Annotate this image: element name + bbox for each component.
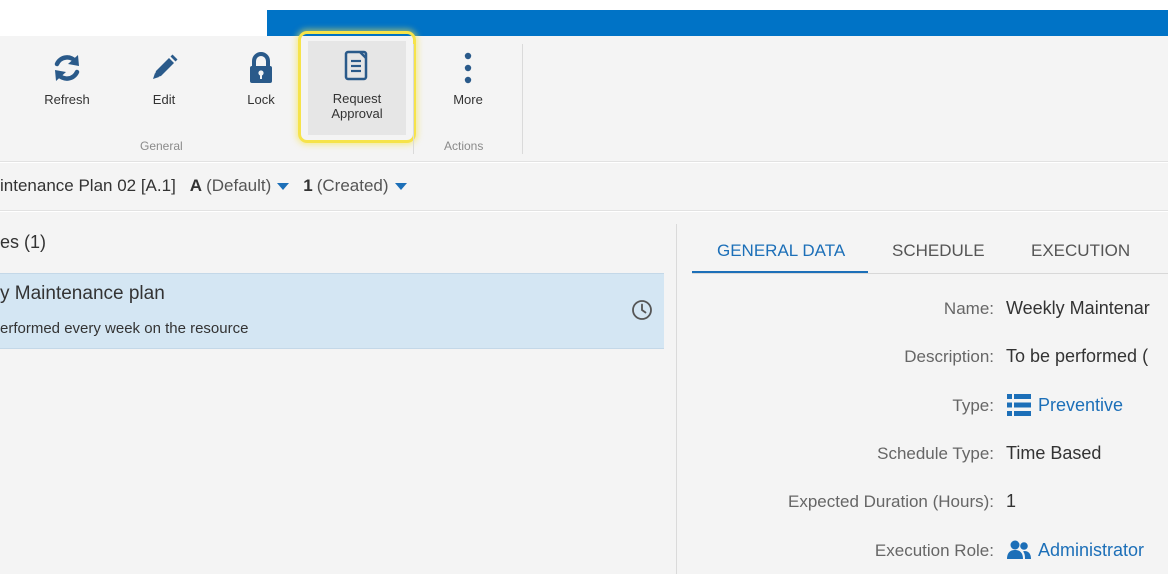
- execution-role-link-text: Administrator: [1038, 539, 1145, 560]
- list-item[interactable]: y Maintenance plan erformed every week o…: [0, 273, 664, 349]
- tab-general-data[interactable]: GENERAL DATA: [717, 241, 845, 261]
- field-value-type[interactable]: Preventive: [1006, 393, 1123, 417]
- more-vertical-icon: [463, 44, 473, 92]
- detail-tabs: GENERAL DATA SCHEDULE EXECUTION: [692, 224, 1168, 276]
- list-item-subtitle: erformed every week on the resource: [0, 320, 249, 337]
- tabs-divider: [692, 273, 1168, 274]
- version-state: (Created): [316, 176, 389, 195]
- users-icon: [1006, 539, 1038, 561]
- field-label-type: Type:: [952, 396, 994, 415]
- refresh-icon: [51, 44, 83, 92]
- breadcrumb-content: intenance Plan 02 [A.1] A (Default) 1 (C…: [0, 176, 407, 196]
- tab-schedule[interactable]: SCHEDULE: [892, 241, 985, 261]
- field-label-execution-role: Execution Role:: [874, 541, 994, 560]
- field-value-schedule-type: Time Based: [1006, 443, 1102, 463]
- top-strip: [0, 0, 1168, 10]
- group-separator: [522, 44, 523, 154]
- version-number: 1: [303, 176, 313, 195]
- lock-icon: [246, 44, 276, 92]
- version-dropdown-icon[interactable]: [394, 182, 407, 190]
- refresh-button[interactable]: Refresh: [25, 44, 109, 134]
- more-button[interactable]: More: [426, 44, 510, 134]
- type-link-text: Preventive: [1038, 394, 1124, 415]
- revision-letter: A: [189, 176, 203, 195]
- clock-icon: [631, 299, 653, 326]
- field-label-schedule-type: Schedule Type:: [877, 444, 994, 463]
- edit-button[interactable]: Edit: [122, 44, 206, 134]
- panel-divider: [676, 224, 677, 574]
- field-value-expected-duration: 1: [1006, 491, 1017, 511]
- group-label-actions: Actions: [444, 139, 484, 153]
- tab-execution[interactable]: EXECUTION: [1031, 241, 1130, 261]
- group-label-general: General: [140, 139, 183, 153]
- highlight-ring: [298, 31, 416, 143]
- lock-button[interactable]: Lock: [219, 44, 303, 134]
- revision-state: (Default): [206, 176, 272, 195]
- field-value-execution-role[interactable]: Administrator: [1006, 539, 1144, 561]
- field-value-name: Weekly Maintenar: [1006, 298, 1150, 318]
- list-item-title: y Maintenance plan: [0, 283, 165, 304]
- breadcrumb-name: intenance Plan 02 [A.1]: [0, 176, 176, 195]
- group-separator: [413, 44, 414, 154]
- edit-label: Edit: [152, 92, 176, 107]
- revision-dropdown-icon[interactable]: [277, 182, 290, 190]
- refresh-label: Refresh: [44, 92, 90, 107]
- field-label-expected-duration: Expected Duration (Hours):: [788, 492, 994, 511]
- field-label-name: Name:: [943, 299, 994, 318]
- lock-label: Lock: [247, 92, 275, 107]
- list-title: es (1): [0, 232, 47, 252]
- pencil-icon: [148, 44, 180, 92]
- list-icon: [1006, 393, 1038, 417]
- field-label-description: Description:: [904, 347, 994, 366]
- field-value-description: To be performed (: [1006, 346, 1149, 366]
- more-label: More: [453, 92, 483, 107]
